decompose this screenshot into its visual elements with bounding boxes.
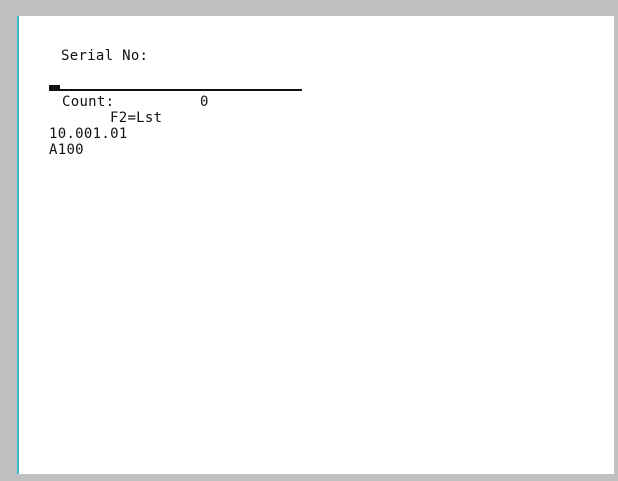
f2-list-hint: F2=Lst [110, 110, 163, 126]
screen-code: A100 [49, 142, 84, 158]
version-text: 10.001.01 [49, 126, 128, 142]
count-label: Count: [62, 94, 115, 110]
serial-no-label: Serial No: [61, 48, 149, 64]
terminal-screen: Serial No: Count: 0 F2=Lst 10.001.01 A10… [17, 16, 614, 474]
serial-no-input[interactable] [49, 89, 302, 91]
count-value: 0 [200, 94, 209, 110]
